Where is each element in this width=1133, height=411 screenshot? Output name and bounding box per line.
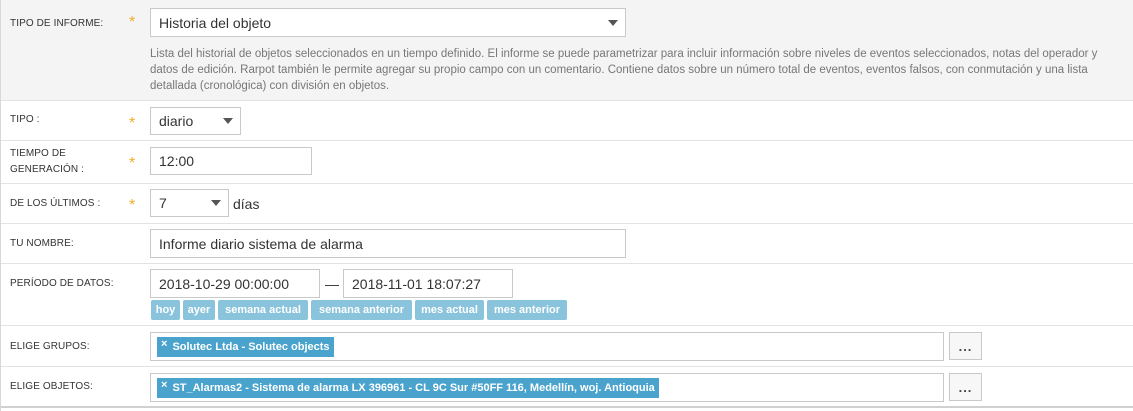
objects-selector[interactable]: × ST_Alarmas2 - Sistema de alarma LX 396…: [150, 373, 944, 402]
quick-range-this-month[interactable]: mes actual: [415, 300, 484, 320]
quick-range-last-week[interactable]: semana anterior: [311, 300, 412, 320]
report-type-select[interactable]: Historia del objeto: [150, 8, 626, 37]
type-value: diario: [159, 113, 194, 129]
name-value: Informe diario sistema de alarma: [159, 235, 363, 252]
objects-more-button[interactable]: ...: [949, 373, 982, 401]
report-form: TIPO DE INFORME: * Historia del objeto L…: [0, 0, 1133, 411]
chevron-down-icon: [223, 118, 233, 124]
required-marker: *: [129, 197, 136, 214]
type-label: TIPO :: [10, 114, 40, 125]
name-label: TU NOMBRE:: [10, 238, 74, 249]
groups-row: ELIGE GRUPOS: × Solutec Ltda - Solutec o…: [1, 326, 1133, 367]
report-type-description: Lista del historial de objetos seleccion…: [150, 48, 1098, 92]
quick-range-today[interactable]: hoy: [151, 300, 180, 320]
remove-tag-icon[interactable]: ×: [161, 379, 167, 391]
last-days-label: DE LOS ÚLTIMOS :: [10, 198, 101, 209]
group-tag: × Solutec Ltda - Solutec objects: [157, 337, 334, 357]
groups-label: ELIGE GRUPOS:: [10, 341, 90, 352]
report-type-row: TIPO DE INFORME: * Historia del objeto L…: [1, 0, 1133, 101]
groups-more-button[interactable]: ...: [949, 332, 982, 360]
generation-time-value: 12:00: [159, 153, 195, 169]
type-row: TIPO : * diario: [1, 101, 1133, 141]
quick-range-this-week[interactable]: semana actual: [218, 300, 308, 320]
period-from-value: 2018-10-29 00:00:00: [159, 275, 289, 292]
period-separator: —: [325, 276, 339, 292]
chevron-down-icon: [608, 19, 618, 26]
required-marker: *: [129, 14, 136, 31]
generation-time-input[interactable]: 12:00: [150, 147, 312, 175]
report-type-value: Historia del objeto: [159, 14, 272, 31]
required-marker: *: [129, 155, 136, 172]
generation-time-row: TIEMPO DE GENERACIÓN : * 12:00: [1, 141, 1133, 184]
period-to-input[interactable]: 2018-11-01 18:07:27: [343, 269, 513, 298]
quick-range-yesterday[interactable]: ayer: [183, 300, 215, 320]
type-select[interactable]: diario: [150, 107, 241, 135]
period-from-input[interactable]: 2018-10-29 00:00:00: [150, 269, 320, 298]
generation-time-label: TIEMPO DE GENERACIÓN :: [10, 147, 84, 176]
generation-time-label-line1: TIEMPO DE: [10, 148, 66, 159]
last-days-select[interactable]: 7: [150, 189, 229, 217]
remove-tag-icon[interactable]: ×: [161, 338, 167, 350]
period-label: PERÍODO DE DATOS:: [10, 278, 114, 289]
chevron-down-icon: [211, 200, 221, 206]
days-suffix: días: [233, 196, 260, 212]
required-marker: *: [129, 115, 136, 132]
quick-range-last-month[interactable]: mes anterior: [487, 300, 567, 320]
object-tag-label: ST_Alarmas2 - Sistema de alarma LX 39696…: [172, 382, 655, 394]
group-tag-label: Solutec Ltda - Solutec objects: [172, 341, 330, 353]
object-tag: × ST_Alarmas2 - Sistema de alarma LX 396…: [157, 378, 659, 398]
report-type-label: TIPO DE INFORME:: [10, 18, 104, 29]
last-days-value: 7: [159, 195, 167, 211]
last-days-row: DE LOS ÚLTIMOS : * 7 días: [1, 184, 1133, 224]
objects-row: ELIGE OBJETOS: × ST_Alarmas2 - Sistema d…: [1, 367, 1133, 408]
generation-time-label-line2: GENERACIÓN :: [10, 164, 84, 175]
groups-selector[interactable]: × Solutec Ltda - Solutec objects: [150, 332, 944, 361]
name-row: TU NOMBRE: Informe diario sistema de ala…: [1, 224, 1133, 264]
period-to-value: 2018-11-01 18:07:27: [352, 275, 481, 292]
objects-label: ELIGE OBJETOS:: [10, 381, 93, 392]
name-input[interactable]: Informe diario sistema de alarma: [150, 229, 626, 258]
